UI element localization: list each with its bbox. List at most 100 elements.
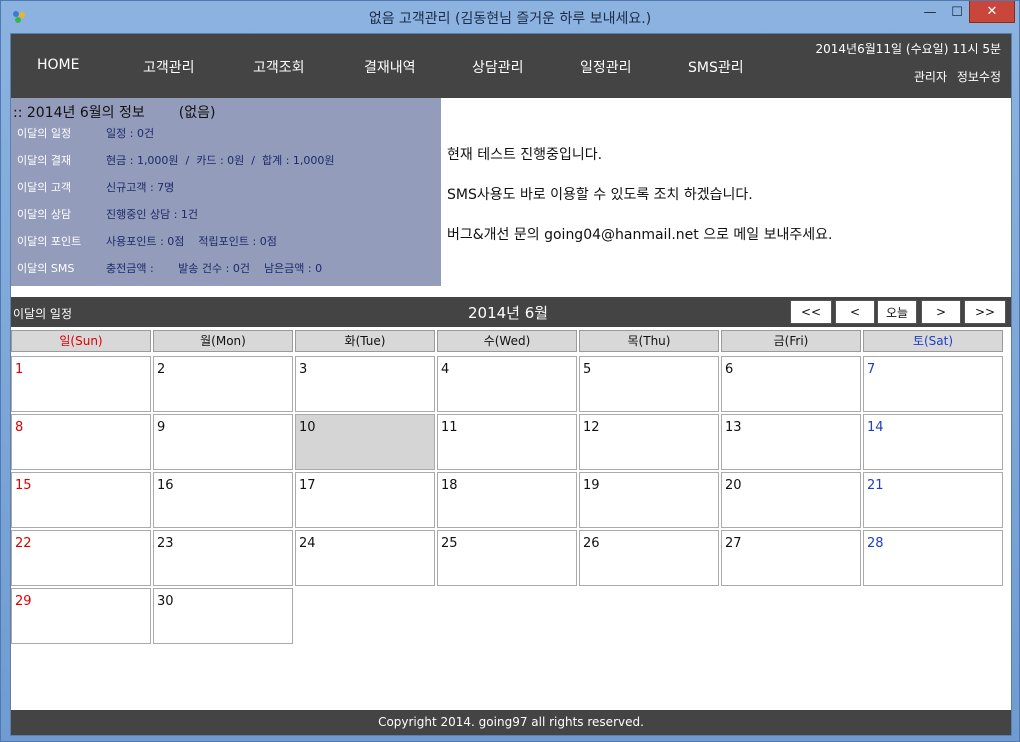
info-value: 충전금액 : 발송 건수 : 0건 남은금액 : 0 [106, 262, 323, 275]
notice-line: 현재 테스트 진행중입니다. [447, 147, 603, 163]
calendar-day-cell[interactable]: 23 [153, 530, 293, 586]
calendar-day-number: 5 [583, 362, 592, 377]
user-links: 관리자 정보수정 [908, 68, 1001, 85]
calendar-day-cell[interactable]: 12 [579, 414, 719, 470]
calendar-day-cell[interactable]: 26 [579, 530, 719, 586]
calendar-day-number: 30 [157, 594, 174, 609]
prev-year-button[interactable]: << [790, 300, 832, 324]
notice-area: 현재 테스트 진행중입니다. SMS사용도 바로 이용할 수 있도록 조치 하겠… [447, 144, 1007, 264]
minimize-button[interactable]: — [916, 1, 944, 23]
calendar-day-number: 13 [725, 420, 742, 435]
maximize-button[interactable]: ☐ [944, 1, 970, 23]
monthly-info-panel: :: 2014년 6월의 정보 (없음) 이달의 일정 일정 : 0건 이달의 결… [11, 98, 441, 286]
calendar-day-cell[interactable]: 8 [11, 414, 151, 470]
calendar-day-number: 24 [299, 536, 316, 551]
weekday-tue: 화(Tue) [295, 330, 435, 352]
calendar-day-cell[interactable]: 25 [437, 530, 577, 586]
calendar-day-cell[interactable]: 24 [295, 530, 435, 586]
calendar-day-number: 20 [725, 478, 742, 493]
prev-month-button[interactable]: < [835, 300, 875, 324]
calendar-day-cell[interactable]: 7 [863, 356, 1003, 412]
calendar-day-cell[interactable]: 10 [295, 414, 435, 470]
calendar-day-number: 1 [15, 362, 24, 377]
current-datetime: 2014년6월11일 (수요일) 11시 5분 [815, 42, 1001, 56]
notice-line: 버그&개선 문의 going04@hanmail.net 으로 메일 보내주세요… [447, 227, 833, 243]
info-label: 이달의 SMS [17, 262, 75, 275]
calendar-day-cell[interactable]: 30 [153, 588, 293, 644]
nav-consult-manage[interactable]: 상담관리 [472, 57, 524, 77]
weekday-thu: 목(Thu) [579, 330, 719, 352]
title-bar[interactable]: 없음 고객관리 (김동현님 즐거운 하루 보내세요.) — ☐ ✕ [1, 1, 1019, 33]
info-row-consult: 이달의 상담 진행중인 상담 : 1건 [11, 200, 441, 227]
notice-line: SMS사용도 바로 이용할 수 있도록 조치 하겠습니다. [447, 187, 753, 203]
calendar-day-number: 26 [583, 536, 600, 551]
nav-sms-manage[interactable]: SMS관리 [688, 57, 744, 77]
nav-customer-manage[interactable]: 고객관리 [143, 57, 195, 77]
calendar-day-cell[interactable]: 29 [11, 588, 151, 644]
admin-link[interactable]: 관리자 [914, 70, 947, 84]
info-value: 일정 : 0건 [106, 127, 155, 140]
calendar-day-number: 14 [867, 420, 884, 435]
calendar-day-cell[interactable]: 18 [437, 472, 577, 528]
calendar-month-label: 2014년 6월 [468, 304, 549, 322]
calendar-day-cell[interactable]: 20 [721, 472, 861, 528]
calendar-day-number: 16 [157, 478, 174, 493]
calendar-day-number: 9 [157, 420, 166, 435]
today-button[interactable]: 오늘 [877, 300, 917, 324]
calendar-day-cell[interactable]: 14 [863, 414, 1003, 470]
calendar-day-cell[interactable]: 11 [437, 414, 577, 470]
calendar-day-cell[interactable]: 15 [11, 472, 151, 528]
next-year-button[interactable]: >> [964, 300, 1006, 324]
info-label: 이달의 고객 [17, 181, 72, 194]
calendar-day-cell[interactable]: 22 [11, 530, 151, 586]
top-nav: HOME 고객관리 고객조회 결재내역 상담관리 일정관리 SMS관리 2014… [11, 34, 1011, 98]
info-value: 신규고객 : 7명 [106, 181, 175, 194]
calendar-day-cell[interactable]: 16 [153, 472, 293, 528]
calendar-day-number: 25 [441, 536, 458, 551]
window-title: 없음 고객관리 (김동현님 즐거운 하루 보내세요.) [368, 11, 652, 27]
calendar-section-label: 이달의 일정 [13, 307, 73, 321]
next-month-button[interactable]: > [921, 300, 961, 324]
calendar-day-cell[interactable]: 21 [863, 472, 1003, 528]
weekday-fri: 금(Fri) [721, 330, 861, 352]
info-row-payment: 이달의 결재 현금 : 1,000원 / 카드 : 0원 / 합계 : 1,00… [11, 146, 441, 173]
calendar-day-cell[interactable]: 2 [153, 356, 293, 412]
calendar-day-cell[interactable]: 3 [295, 356, 435, 412]
calendar-day-cell[interactable]: 27 [721, 530, 861, 586]
calendar-day-cell[interactable]: 17 [295, 472, 435, 528]
info-label: 이달의 포인트 [17, 235, 82, 248]
calendar-day-number: 15 [15, 478, 32, 493]
calendar-day-cell[interactable]: 19 [579, 472, 719, 528]
calendar-day-cell[interactable]: 4 [437, 356, 577, 412]
info-row-point: 이달의 포인트 사용포인트 : 0점 적립포인트 : 0점 [11, 227, 441, 254]
calendar-day-cell[interactable]: 1 [11, 356, 151, 412]
calendar-day-number: 17 [299, 478, 316, 493]
calendar-day-number: 10 [299, 420, 316, 435]
info-row-sms: 이달의 SMS 충전금액 : 발송 건수 : 0건 남은금액 : 0 [11, 254, 441, 281]
calendar-day-cell[interactable]: 13 [721, 414, 861, 470]
calendar-day-number: 27 [725, 536, 742, 551]
info-label: 이달의 일정 [17, 127, 72, 140]
calendar-day-number: 23 [157, 536, 174, 551]
calendar-day-cell[interactable]: 28 [863, 530, 1003, 586]
weekday-sun: 일(Sun) [11, 330, 151, 352]
calendar-day-number: 28 [867, 536, 884, 551]
close-button[interactable]: ✕ [969, 1, 1015, 23]
nav-payment-history[interactable]: 결재내역 [364, 57, 416, 77]
info-label: 이달의 결재 [17, 154, 72, 167]
calendar-day-cell[interactable]: 5 [579, 356, 719, 412]
info-value: 진행중인 상담 : 1건 [106, 208, 199, 221]
weekday-mon: 월(Mon) [153, 330, 293, 352]
calendar-day-number: 29 [15, 594, 32, 609]
info-value: 현금 : 1,000원 / 카드 : 0원 / 합계 : 1,000원 [106, 154, 335, 167]
edit-info-link[interactable]: 정보수정 [957, 70, 1001, 84]
nav-customer-search[interactable]: 고객조회 [253, 57, 305, 77]
calendar-day-cell[interactable]: 6 [721, 356, 861, 412]
nav-home[interactable]: HOME [37, 57, 79, 73]
calendar-day-cell[interactable]: 9 [153, 414, 293, 470]
nav-schedule-manage[interactable]: 일정관리 [580, 57, 632, 77]
calendar-day-number: 19 [583, 478, 600, 493]
weekday-sat: 토(Sat) [863, 330, 1003, 352]
calendar-day-number: 4 [441, 362, 450, 377]
footer-copyright: Copyright 2014. going97 all rights reser… [11, 710, 1011, 735]
